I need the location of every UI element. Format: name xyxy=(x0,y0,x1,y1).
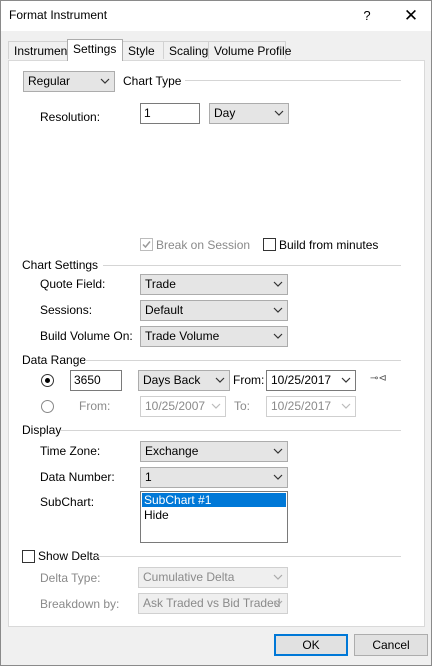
quote-field-label: Quote Field: xyxy=(40,277,106,291)
ok-button[interactable]: OK xyxy=(274,634,348,656)
settings-panel: Regular Chart Type Resolution: 1 Day Bre… xyxy=(8,60,425,627)
delta-type-value: Cumulative Delta xyxy=(143,570,235,584)
checkmark-icon xyxy=(142,241,151,249)
chevron-down-icon xyxy=(341,377,351,383)
tab-instrument[interactable]: Instrument xyxy=(8,41,71,59)
date-link-icon[interactable]: ⊸⊲ xyxy=(370,373,387,384)
chevron-down-icon xyxy=(274,110,284,116)
chevron-down-icon xyxy=(211,403,221,409)
data-range-header: Data Range xyxy=(22,353,87,367)
chevron-down-icon xyxy=(100,78,110,84)
chart-type-divider xyxy=(185,80,401,81)
sessions-select[interactable]: Default xyxy=(140,300,288,321)
tab-scaling[interactable]: Scaling xyxy=(163,41,209,59)
format-instrument-dialog: Format Instrument ? ✕ Instrument Setting… xyxy=(0,0,432,666)
delta-type-select[interactable]: Cumulative Delta xyxy=(138,567,288,588)
chevron-down-icon xyxy=(273,474,283,480)
chevron-down-icon xyxy=(273,600,283,606)
build-volume-on-label: Build Volume On: xyxy=(40,329,133,343)
quote-field-select[interactable]: Trade xyxy=(140,274,288,295)
breakdown-by-label: Breakdown by: xyxy=(40,597,120,611)
from-label: From: xyxy=(233,373,265,387)
time-zone-select[interactable]: Exchange xyxy=(140,441,288,462)
data-number-value: 1 xyxy=(145,470,152,484)
show-delta-label: Show Delta xyxy=(38,549,100,563)
from2-label: From: xyxy=(79,399,111,413)
show-delta-divider xyxy=(97,556,401,557)
cancel-button[interactable]: Cancel xyxy=(354,634,428,656)
breakdown-by-select[interactable]: Ask Traded vs Bid Traded xyxy=(138,593,288,614)
days-back-radio[interactable] xyxy=(41,374,54,387)
breakdown-by-value: Ask Traded vs Bid Traded xyxy=(143,596,281,610)
resolution-unit-value: Day xyxy=(214,106,236,120)
subchart-option-1[interactable]: SubChart #1 xyxy=(142,493,286,507)
break-on-session-checkbox[interactable] xyxy=(140,238,153,251)
display-divider xyxy=(61,430,401,431)
data-number-label: Data Number: xyxy=(40,470,115,484)
data-range-divider xyxy=(85,360,401,361)
subchart-option-hide[interactable]: Hide xyxy=(142,508,286,522)
quote-field-value: Trade xyxy=(145,277,176,291)
chevron-down-icon xyxy=(273,333,283,339)
sessions-value: Default xyxy=(145,303,184,317)
data-number-select[interactable]: 1 xyxy=(140,467,288,488)
help-button[interactable]: ? xyxy=(355,4,379,28)
date-range-radio[interactable] xyxy=(41,400,54,413)
subchart-listbox[interactable]: SubChart #1 Hide xyxy=(140,491,288,543)
resolution-unit-select[interactable]: Day xyxy=(209,103,289,124)
chevron-down-icon xyxy=(273,448,283,454)
to-label: To: xyxy=(234,399,251,413)
show-delta-checkbox[interactable] xyxy=(22,550,35,563)
tab-style[interactable]: Style xyxy=(122,41,164,59)
delta-type-label: Delta Type: xyxy=(40,571,101,585)
time-zone-value: Exchange xyxy=(145,444,199,458)
sessions-label: Sessions: xyxy=(40,303,93,317)
resolution-input[interactable]: 1 xyxy=(140,103,200,124)
chevron-down-icon xyxy=(341,403,351,409)
chevron-down-icon xyxy=(215,377,225,383)
from-date-picker[interactable]: 10/25/2017 xyxy=(266,370,356,391)
build-volume-on-value: Trade Volume xyxy=(145,329,220,343)
build-volume-on-select[interactable]: Trade Volume xyxy=(140,326,288,347)
chevron-down-icon xyxy=(273,281,283,287)
resolution-label: Resolution: xyxy=(40,110,101,124)
close-icon[interactable]: ✕ xyxy=(399,4,423,28)
chart-type-label: Chart Type xyxy=(123,74,182,88)
tab-settings[interactable]: Settings xyxy=(67,39,123,61)
chevron-down-icon xyxy=(273,307,283,313)
chart-settings-divider xyxy=(103,265,401,266)
range-from-date-value: 10/25/2007 xyxy=(145,399,206,413)
break-on-session-label: Break on Session xyxy=(156,238,251,252)
display-header: Display xyxy=(22,423,62,437)
chart-settings-header: Chart Settings xyxy=(22,258,99,272)
range-from-date-picker[interactable]: 10/25/2007 xyxy=(140,396,226,417)
range-mode-select[interactable]: Days Back xyxy=(138,370,230,391)
subchart-label: SubChart: xyxy=(40,495,95,509)
build-from-minutes-label: Build from minutes xyxy=(279,238,379,252)
range-to-date-value: 10/25/2017 xyxy=(271,399,332,413)
title-bar: Format Instrument ? ✕ xyxy=(1,1,431,31)
chart-type-select[interactable]: Regular xyxy=(23,71,115,92)
range-mode-value: Days Back xyxy=(143,373,201,387)
chart-type-value: Regular xyxy=(28,74,71,88)
days-back-count-input[interactable]: 3650 xyxy=(70,370,122,391)
build-from-minutes-checkbox[interactable] xyxy=(263,238,276,251)
from-date-value: 10/25/2017 xyxy=(271,373,332,387)
chevron-down-icon xyxy=(273,574,283,580)
tab-volume-profile[interactable]: Volume Profile xyxy=(208,41,291,59)
range-to-date-picker[interactable]: 10/25/2017 xyxy=(266,396,356,417)
dialog-title: Format Instrument xyxy=(9,8,108,22)
time-zone-label: Time Zone: xyxy=(40,444,101,458)
